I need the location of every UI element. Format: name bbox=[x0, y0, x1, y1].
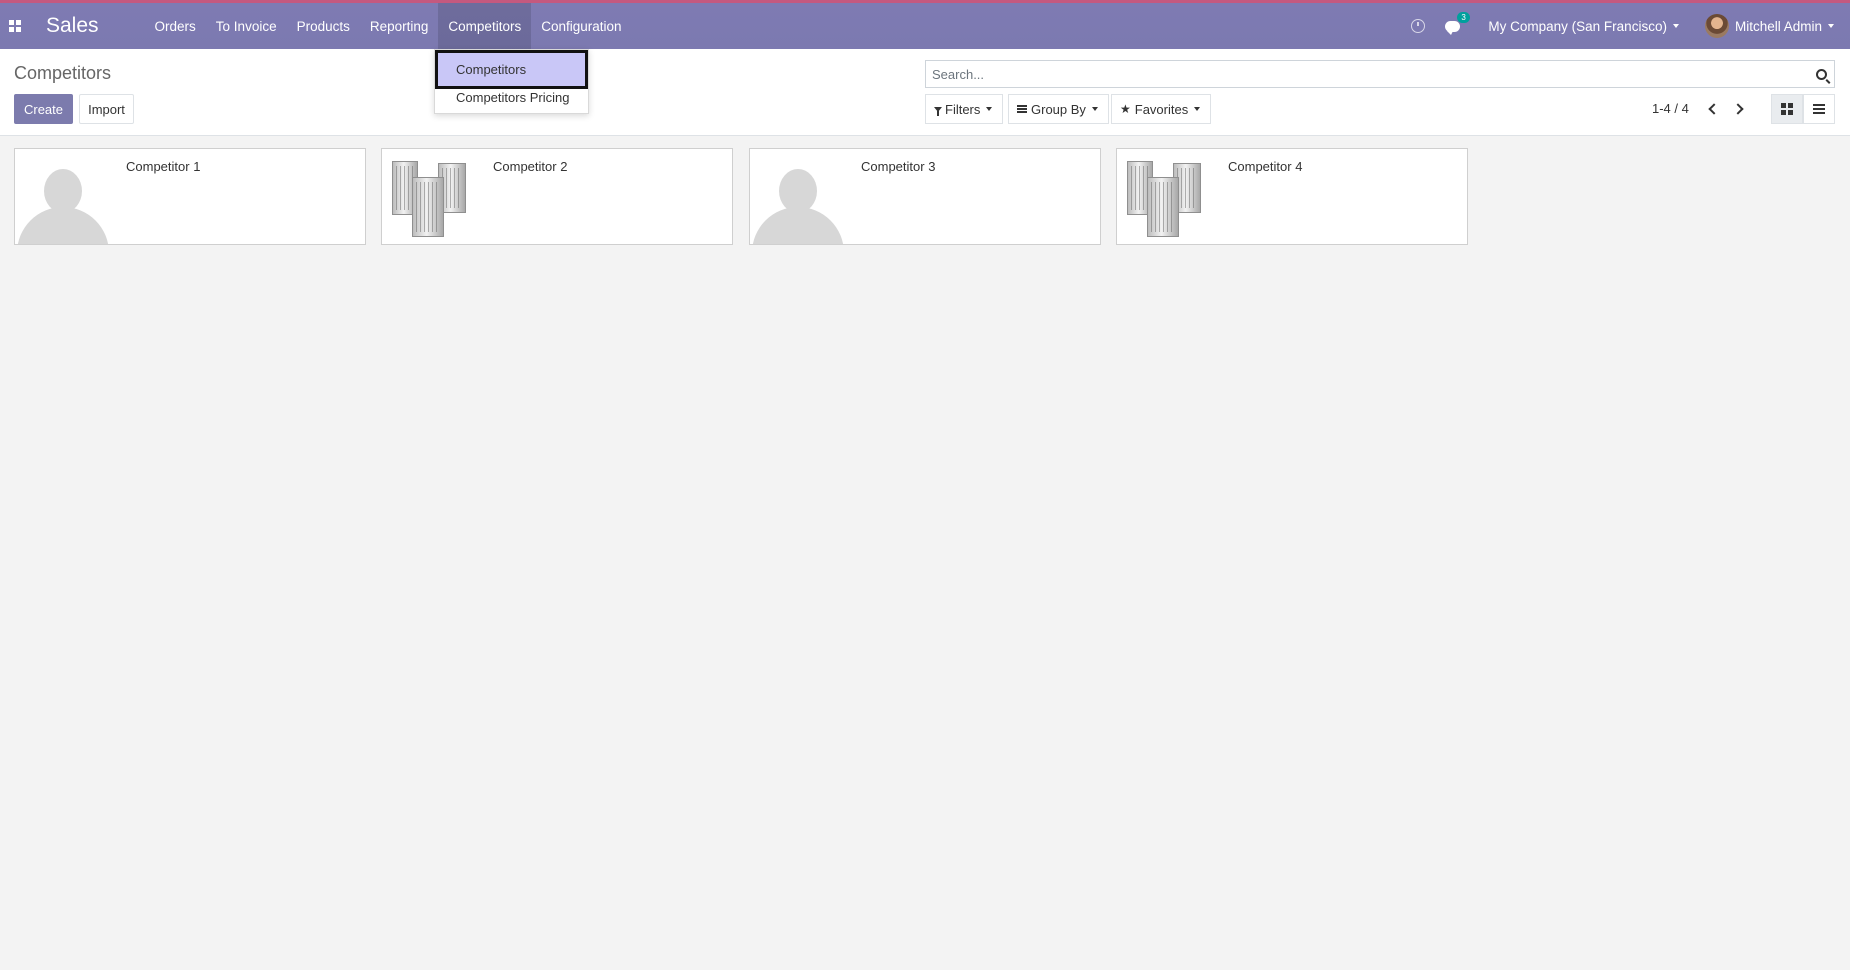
menu-configuration[interactable]: Configuration bbox=[531, 3, 631, 49]
kanban-card[interactable]: Competitor 1 bbox=[14, 148, 366, 245]
filters-label: Filters bbox=[945, 101, 981, 117]
card-title: Competitor 4 bbox=[1228, 159, 1303, 174]
navbar-systray: 3 My Company (San Francisco) Mitchell Ad… bbox=[1411, 3, 1850, 49]
app-brand[interactable]: Sales bbox=[46, 14, 99, 38]
contact-image bbox=[750, 149, 845, 244]
chat-icon bbox=[1445, 20, 1461, 35]
groupby-dropdown[interactable]: Group By bbox=[1008, 94, 1109, 124]
top-navbar: Sales Orders To Invoice Products Reporti… bbox=[0, 0, 1850, 49]
page-title: Competitors bbox=[14, 63, 112, 83]
pager-value[interactable]: 1-4 / 4 bbox=[1652, 101, 1689, 116]
caret-down-icon bbox=[1091, 107, 1098, 111]
caret-down-icon bbox=[986, 107, 993, 111]
user-name: Mitchell Admin bbox=[1734, 18, 1822, 34]
competitors-dropdown-menu: Competitors Competitors Pricing bbox=[434, 49, 589, 114]
menu-competitors[interactable]: Competitors bbox=[438, 3, 532, 49]
kanban-card[interactable]: Competitor 4 bbox=[1116, 148, 1468, 245]
groupby-label: Group By bbox=[1031, 101, 1086, 117]
company-switcher[interactable]: My Company (San Francisco) bbox=[1488, 19, 1679, 34]
activity-clock-icon[interactable] bbox=[1411, 19, 1426, 33]
menu-reporting[interactable]: Reporting bbox=[360, 3, 439, 49]
chevron-left-icon bbox=[1707, 103, 1720, 115]
apps-menu-button[interactable] bbox=[0, 3, 30, 49]
menu-orders[interactable]: Orders bbox=[145, 3, 206, 49]
caret-down-icon bbox=[1828, 24, 1834, 28]
contact-image bbox=[1117, 149, 1212, 244]
dropdown-item-competitors-pricing[interactable]: Competitors Pricing bbox=[435, 80, 590, 114]
apps-grid-icon bbox=[9, 20, 21, 32]
user-menu[interactable]: Mitchell Admin bbox=[1704, 14, 1834, 38]
avatar bbox=[1704, 14, 1729, 38]
company-buildings-icon bbox=[388, 159, 477, 239]
company-name: My Company (San Francisco) bbox=[1488, 18, 1667, 34]
control-panel: Competitors Create Import Filters Group … bbox=[0, 49, 1850, 136]
chat-count-badge: 3 bbox=[1457, 11, 1470, 23]
menu-products[interactable]: Products bbox=[287, 3, 360, 49]
list-icon bbox=[1813, 104, 1825, 114]
menu-to-invoice[interactable]: To Invoice bbox=[206, 3, 287, 49]
favorites-label: Favorites bbox=[1134, 101, 1189, 117]
card-title: Competitor 2 bbox=[493, 159, 568, 174]
kanban-view-button[interactable] bbox=[1771, 94, 1803, 124]
chevron-right-icon bbox=[1731, 103, 1744, 115]
kanban-card[interactable]: Competitor 3 bbox=[749, 148, 1101, 245]
messaging-menu[interactable]: 3 bbox=[1445, 11, 1470, 35]
filters-dropdown[interactable]: Filters bbox=[925, 94, 1004, 124]
kanban-card[interactable]: Competitor 2 bbox=[381, 148, 733, 245]
create-button[interactable]: Create bbox=[14, 94, 73, 124]
contact-image bbox=[382, 149, 477, 244]
person-placeholder-icon bbox=[15, 149, 110, 244]
person-placeholder-icon bbox=[750, 149, 845, 244]
import-button[interactable]: Import bbox=[79, 94, 134, 124]
pager-next-button[interactable] bbox=[1729, 98, 1749, 120]
filter-icon bbox=[934, 106, 942, 116]
pager-previous-button[interactable] bbox=[1702, 98, 1722, 120]
search-icon bbox=[1815, 68, 1827, 80]
card-title: Competitor 3 bbox=[861, 159, 936, 174]
search-button[interactable] bbox=[1808, 61, 1834, 87]
list-view-button[interactable] bbox=[1803, 94, 1835, 124]
caret-down-icon bbox=[1672, 24, 1679, 28]
card-title: Competitor 1 bbox=[126, 159, 201, 174]
caret-down-icon bbox=[1194, 107, 1201, 111]
contact-image bbox=[15, 149, 110, 244]
kanban-icon bbox=[1781, 103, 1793, 115]
search-bar bbox=[925, 60, 1835, 88]
search-input[interactable] bbox=[926, 66, 1808, 82]
company-buildings-icon bbox=[1123, 159, 1212, 239]
favorites-dropdown[interactable]: ★ Favorites bbox=[1111, 94, 1212, 124]
bars-icon bbox=[1017, 105, 1027, 113]
star-icon: ★ bbox=[1120, 102, 1131, 116]
